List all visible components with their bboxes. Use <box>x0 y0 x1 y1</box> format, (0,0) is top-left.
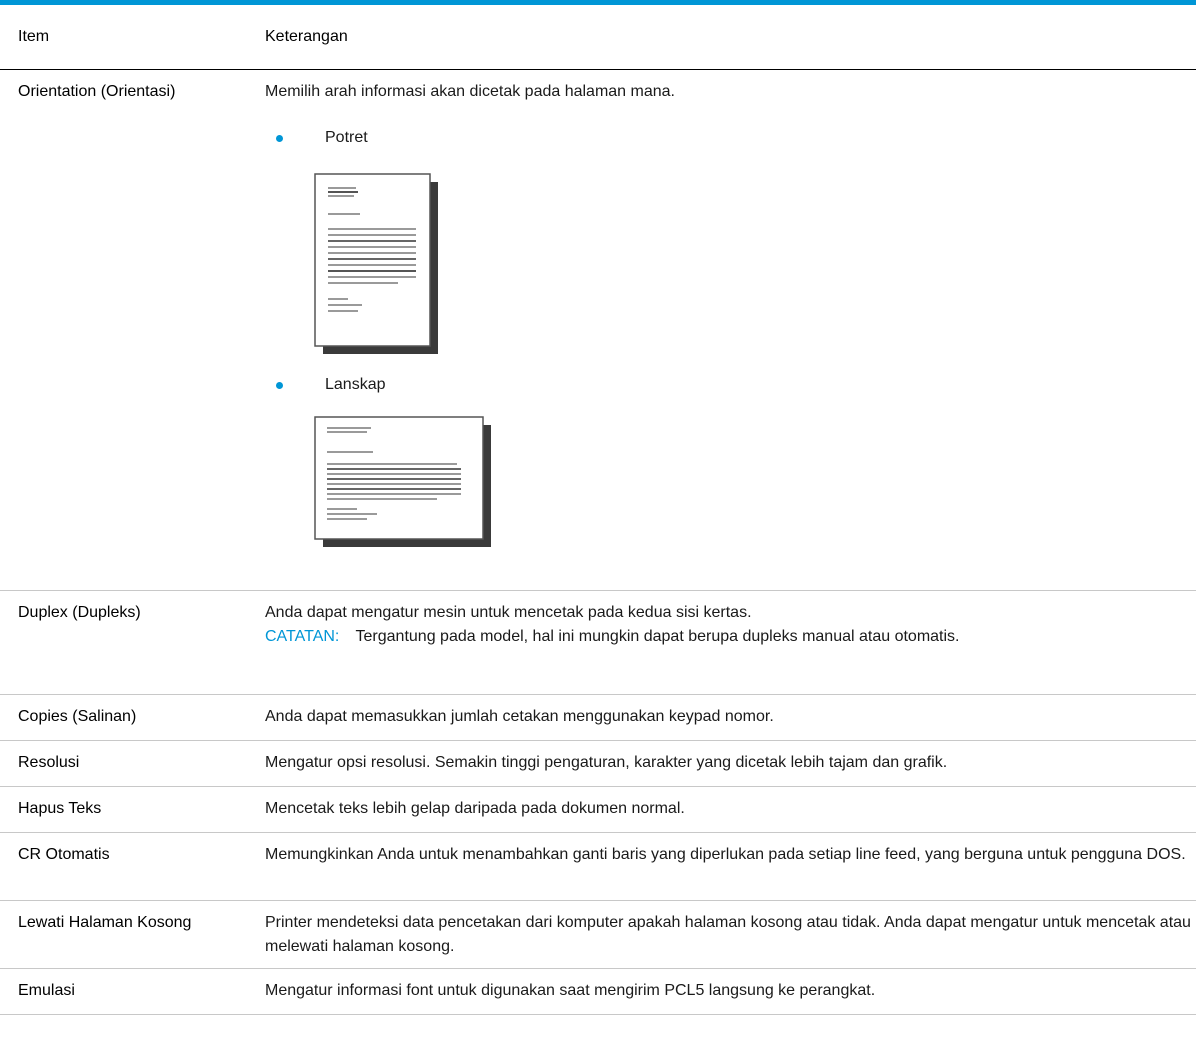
option-label: Lanskap <box>325 376 386 393</box>
row-description: Mencetak teks lebih gelap daripada pada … <box>260 787 1196 833</box>
description-text: Mencetak teks lebih gelap daripada pada … <box>265 800 685 817</box>
row-description: Mengatur informasi font untuk digunakan … <box>260 969 1196 1015</box>
row-item: Hapus Teks <box>0 787 260 833</box>
option-item: Potret <box>265 126 1192 150</box>
description-text: Printer mendeteksi data pencetakan dari … <box>265 914 1191 955</box>
item-label: CR Otomatis <box>18 846 110 863</box>
note-label: CATATAN: <box>265 628 340 645</box>
row-description: Mengatur opsi resolusi. Semakin tinggi p… <box>260 741 1196 787</box>
description-text: Mengatur informasi font untuk digunakan … <box>265 982 876 999</box>
option-label: Potret <box>325 129 368 146</box>
row-description: Memungkinkan Anda untuk menambahkan gant… <box>260 833 1196 901</box>
bullet-dot-icon <box>276 382 283 389</box>
row-item: Orientation (Orientasi) <box>0 70 260 591</box>
note-text: Tergantung pada model, hal ini mungkin d… <box>355 628 960 645</box>
settings-table: Item Keterangan Orientation (Orientasi) … <box>0 5 1196 1015</box>
landscape-page-illustration <box>265 415 1192 559</box>
table-row: Lewati Halaman Kosong Printer mendeteksi… <box>0 901 1196 969</box>
description-text: Memilih arah informasi akan dicetak pada… <box>265 83 675 100</box>
description-text: Mengatur opsi resolusi. Semakin tinggi p… <box>265 754 948 771</box>
table-row: CR Otomatis Memungkinkan Anda untuk mena… <box>0 833 1196 901</box>
table-row: Orientation (Orientasi) Memilih arah inf… <box>0 70 1196 591</box>
row-description: Anda dapat mengatur mesin untuk mencetak… <box>260 591 1196 695</box>
table-row: Emulasi Mengatur informasi font untuk di… <box>0 969 1196 1015</box>
option-item: Lanskap <box>265 373 1192 397</box>
header-description: Keterangan <box>260 5 1196 70</box>
item-label: Copies (Salinan) <box>18 708 137 725</box>
row-item: Duplex (Dupleks) <box>0 591 260 695</box>
document-page: Item Keterangan Orientation (Orientasi) … <box>0 0 1196 1061</box>
table-header-row: Item Keterangan <box>0 5 1196 70</box>
row-item: Copies (Salinan) <box>0 695 260 741</box>
description-text: Anda dapat mengatur mesin untuk mencetak… <box>265 604 752 621</box>
item-label: Resolusi <box>18 754 80 771</box>
table-row: Duplex (Dupleks) Anda dapat mengatur mes… <box>0 591 1196 695</box>
table-row: Copies (Salinan) Anda dapat memasukkan j… <box>0 695 1196 741</box>
row-item: Lewati Halaman Kosong <box>0 901 260 969</box>
table-row: Hapus Teks Mencetak teks lebih gelap dar… <box>0 787 1196 833</box>
table-row: Resolusi Mengatur opsi resolusi. Semakin… <box>0 741 1196 787</box>
row-item: Resolusi <box>0 741 260 787</box>
row-item: CR Otomatis <box>0 833 260 901</box>
header-item: Item <box>0 5 260 70</box>
note: CATATAN: Tergantung pada model, hal ini … <box>265 625 1192 649</box>
portrait-page-illustration <box>265 172 1192 365</box>
item-label: Hapus Teks <box>18 800 102 817</box>
item-label: Emulasi <box>18 982 75 999</box>
description-text: Memungkinkan Anda untuk menambahkan gant… <box>265 846 1186 863</box>
row-item: Emulasi <box>0 969 260 1015</box>
item-label: Duplex (Dupleks) <box>18 604 141 621</box>
row-description: Memilih arah informasi akan dicetak pada… <box>260 70 1196 591</box>
description-text: Anda dapat memasukkan jumlah cetakan men… <box>265 708 774 725</box>
bullet-dot-icon <box>276 135 283 142</box>
row-description: Anda dapat memasukkan jumlah cetakan men… <box>260 695 1196 741</box>
item-label: Lewati Halaman Kosong <box>18 914 192 931</box>
item-label: Orientation (Orientasi) <box>18 83 176 100</box>
row-description: Printer mendeteksi data pencetakan dari … <box>260 901 1196 969</box>
